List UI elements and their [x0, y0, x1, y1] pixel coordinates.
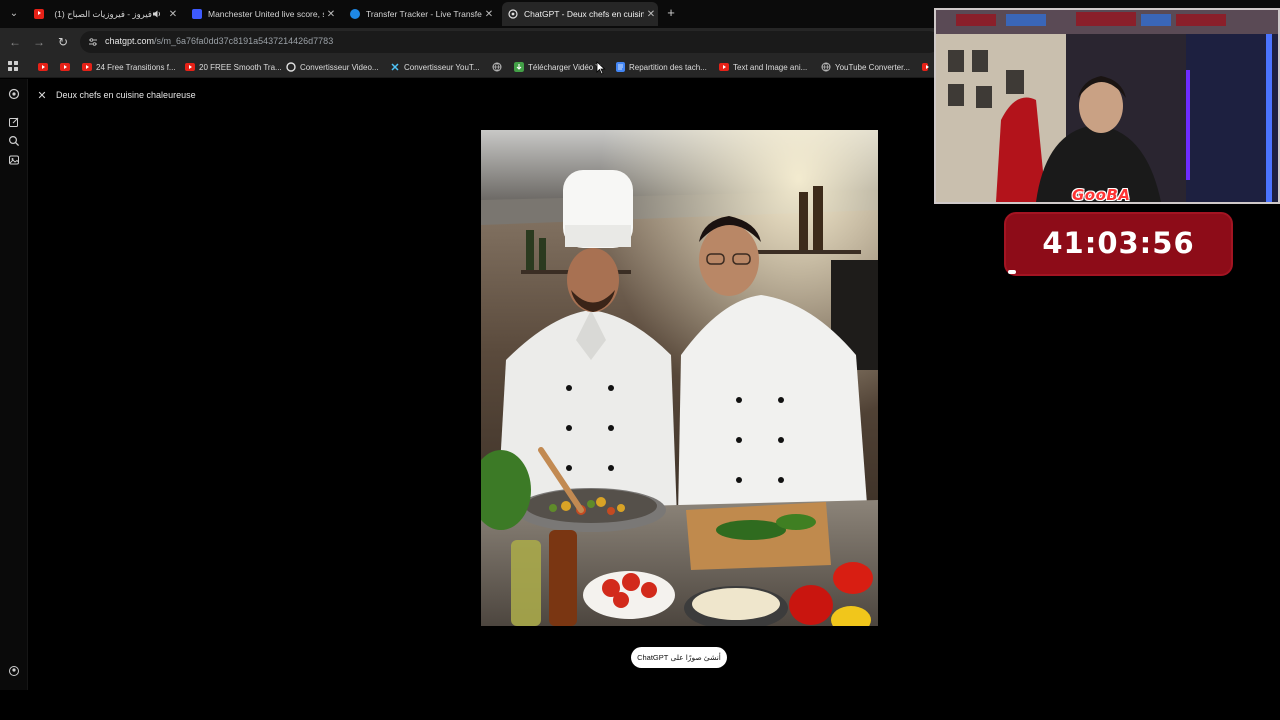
bookmark-label: YouTube Converter...: [835, 62, 911, 72]
youtube-icon: [82, 63, 92, 71]
docs-icon: [616, 62, 625, 72]
search-icon[interactable]: [8, 135, 20, 147]
tab-title: فيروز - فيروزيات الصباح (1): [54, 8, 152, 19]
bookmark-label: Télécharger Vidéo Y: [528, 62, 601, 72]
youtube-icon: [922, 63, 929, 71]
close-tab-icon[interactable]: ✕: [644, 9, 658, 20]
tab-transfer-tracker[interactable]: Transfer Tracker - Live Transfer N ✕: [344, 2, 496, 26]
generated-image[interactable]: [481, 130, 878, 626]
tab-search-chevron-icon[interactable]: ⌄: [6, 6, 22, 22]
tab-manchester-united[interactable]: Manchester United live score, s ✕: [186, 2, 338, 26]
download-icon: [514, 62, 524, 72]
bookmark-label: Text and Image ani...: [733, 62, 808, 72]
create-images-button[interactable]: أنشئ صورًا على ChatGPT: [631, 647, 727, 668]
youtube-icon: [34, 9, 44, 19]
scores-site-icon: [192, 9, 202, 19]
bookmark-label: Repartition des tach...: [629, 62, 707, 72]
reload-icon[interactable]: ↻: [56, 35, 70, 49]
close-icon[interactable]: ✕: [36, 90, 48, 102]
bookmark-youtube-1[interactable]: [38, 60, 52, 74]
webcam-overlay: [934, 8, 1280, 204]
webcam-feed: [936, 10, 1278, 202]
bookmark-label: Convertisseur Video...: [300, 62, 379, 72]
close-tab-icon[interactable]: ✕: [324, 9, 338, 20]
address-bar[interactable]: chatgpt.com/s/m_6a76fa0dd37c8191a5437214…: [80, 31, 940, 53]
bookmark-label: Convertisseur YouT...: [404, 62, 480, 72]
chatgpt-logo-icon[interactable]: [8, 88, 20, 100]
youtube-icon: [719, 63, 729, 71]
timer-progress-bar: [1008, 270, 1016, 274]
bookmark-transitions[interactable]: 24 Free Transitions f...: [82, 60, 176, 74]
site-settings-icon[interactable]: [88, 37, 98, 47]
globe-icon: [821, 62, 831, 72]
url-text: chatgpt.com/s/m_6a76fa0dd37c8191a5437214…: [105, 36, 333, 46]
stream-timer: 41:03:56: [1004, 212, 1233, 276]
bookmark-youtube-2[interactable]: [60, 60, 74, 74]
tab-title: Transfer Tracker - Live Transfer N: [366, 9, 482, 19]
bookmark-label: 24 Free Transitions f...: [96, 62, 176, 72]
bookmark-overflow[interactable]: [922, 60, 932, 74]
youtube-icon: [60, 63, 70, 71]
chefs-kitchen-illustration: [481, 130, 878, 626]
youtube-icon: [185, 63, 195, 71]
bookmark-smooth-transitions[interactable]: 20 FREE Smooth Tra...: [185, 60, 282, 74]
tab-fairouz[interactable]: فيروز - فيروزيات الصباح (1) ✕: [28, 2, 180, 26]
globe-icon: [492, 62, 502, 72]
google-icon: [286, 62, 296, 72]
new-chat-icon[interactable]: [8, 116, 20, 128]
streamer-logo: GooBA: [1072, 186, 1131, 204]
bookmark-globe[interactable]: [492, 60, 506, 74]
youtube-icon: [38, 63, 48, 71]
speaker-icon[interactable]: [152, 9, 162, 19]
close-tab-icon[interactable]: ✕: [166, 9, 180, 20]
sidebar-rail: [0, 79, 28, 690]
chatgpt-icon: [508, 9, 518, 19]
url-path: /s/m_6a76fa0dd37c8191a5437214426d7783: [154, 36, 334, 46]
account-icon[interactable]: [8, 665, 20, 677]
tab-title: Manchester United live score, s: [208, 9, 324, 19]
apps-grid-icon[interactable]: [8, 61, 19, 72]
library-icon[interactable]: [8, 154, 20, 166]
page-title: Deux chefs en cuisine chaleureuse: [56, 90, 196, 100]
bookmark-youtube-converter[interactable]: YouTube Converter...: [821, 60, 910, 74]
url-host: chatgpt.com: [105, 36, 155, 46]
bookmark-repartition[interactable]: Repartition des tach...: [616, 60, 707, 74]
mouse-cursor-icon: [596, 61, 606, 75]
forward-arrow-icon[interactable]: →: [32, 35, 46, 49]
close-tab-icon[interactable]: ✕: [482, 9, 496, 20]
tab-chatgpt[interactable]: ChatGPT - Deux chefs en cuisine ✕: [502, 2, 658, 26]
bookmark-telecharger-video[interactable]: Télécharger Vidéo Y: [514, 60, 601, 74]
bookmark-youtube-converter-fr[interactable]: Convertisseur YouT...: [390, 60, 480, 74]
back-arrow-icon[interactable]: ←: [8, 35, 22, 49]
bookmark-text-image-animation[interactable]: Text and Image ani...: [719, 60, 807, 74]
bookmark-video-converter[interactable]: Convertisseur Video...: [286, 60, 379, 74]
tab-title: ChatGPT - Deux chefs en cuisine: [524, 9, 644, 19]
new-tab-button[interactable]: +: [664, 6, 678, 20]
timer-text: 41:03:56: [1042, 226, 1195, 260]
converter-icon: [391, 63, 399, 71]
bookmark-label: 20 FREE Smooth Tra...: [199, 62, 282, 72]
transfer-site-icon: [350, 9, 360, 19]
